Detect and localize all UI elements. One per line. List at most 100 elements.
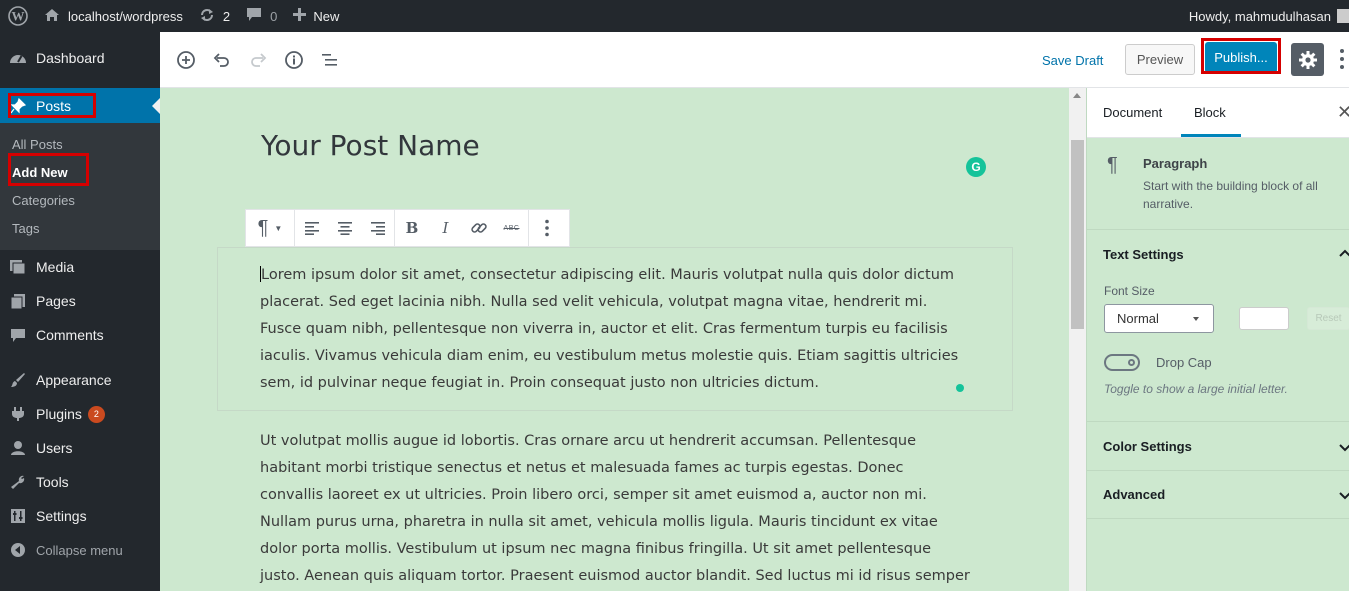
link-button[interactable] [462,210,495,246]
menu-item-pages[interactable]: Pages [0,292,160,310]
submenu-all-posts[interactable]: All Posts [12,137,63,152]
publish-highlight-box [1201,38,1281,74]
menu-item-tools[interactable]: Tools [0,473,160,491]
grammarly-icon[interactable]: G [966,157,986,177]
comments-icon [0,328,36,343]
menu-label-appearance: Appearance [36,372,112,388]
italic-button[interactable]: I [429,210,462,246]
advanced-toggle[interactable]: Advanced [1103,487,1165,502]
toggle-off-indicator-icon [1128,359,1135,366]
paragraph-block[interactable]: Lorem ipsum dolor sit amet, consectetur … [260,262,970,397]
site-name-link[interactable]: localhost/wordpress [36,0,191,32]
pages-icon [0,293,36,310]
menu-item-settings[interactable]: Settings [0,507,160,525]
tab-block[interactable]: Block [1194,105,1226,120]
admin-bar: W localhost/wordpress 2 0 New Howdy, mah… [0,0,1349,32]
tab-document[interactable]: Document [1103,105,1162,120]
comments-link[interactable]: 0 [238,0,285,32]
block-type-switcher[interactable]: ¶ ▼ [246,210,294,246]
vertical-ellipsis-icon [545,219,549,237]
settings-sliders-icon [0,508,36,524]
menu-item-dashboard[interactable]: Dashboard [0,50,160,66]
admin-sidebar: Dashboard Posts All Posts Add New Catego… [0,32,160,591]
paragraph-icon: ¶ [257,216,269,239]
align-right-icon [370,222,385,235]
align-left-button[interactable] [295,210,328,246]
submenu-categories[interactable]: Categories [12,193,75,208]
drop-cap-help-text: Toggle to show a large initial letter. [1104,382,1288,396]
content-info-button[interactable] [284,50,304,70]
menu-item-plugins[interactable]: Plugins 2 [0,405,160,423]
updates-icon [199,7,215,26]
more-tools-button[interactable] [1338,48,1346,70]
active-tab-indicator [1181,134,1241,137]
menu-item-comments[interactable]: Comments [0,326,160,344]
svg-text:W: W [12,9,25,24]
collapse-menu-button[interactable]: Collapse menu [0,541,160,559]
current-menu-arrow [152,98,160,114]
paintbrush-icon [0,372,36,388]
submenu-tags[interactable]: Tags [12,221,39,236]
panel-divider [1087,518,1349,519]
chevron-down-icon[interactable] [1339,489,1349,501]
undo-button[interactable] [212,50,232,70]
chevron-down-icon[interactable] [1339,441,1349,453]
wrench-icon [0,474,36,490]
color-settings-toggle[interactable]: Color Settings [1103,439,1192,454]
menu-item-users[interactable]: Users [0,439,160,457]
plugin-icon [0,406,36,422]
block-more-options-button[interactable] [529,210,565,246]
select-caret-icon [1193,317,1199,321]
menu-item-media[interactable]: Media [0,258,160,276]
plus-icon [293,8,307,24]
block-toolbar: ¶ ▼ B I ABC [245,209,570,247]
menu-label-settings: Settings [36,508,87,524]
menu-item-appearance[interactable]: Appearance [0,371,160,389]
panel-divider [1087,470,1349,471]
wordpress-logo-icon[interactable]: W [0,0,36,32]
updates-count: 2 [222,8,231,24]
link-icon [470,223,487,233]
post-title-input[interactable]: Your Post Name [261,129,480,162]
plugins-update-badge: 2 [87,405,105,423]
editor-scrollbar[interactable] [1069,88,1086,591]
media-icon [0,259,36,275]
block-navigation-button[interactable] [320,50,340,70]
updates-link[interactable]: 2 [191,0,238,32]
close-sidebar-icon[interactable]: ✕ [1337,102,1349,123]
drop-cap-toggle[interactable] [1104,354,1140,371]
menu-label-pages: Pages [36,293,76,309]
add-new-highlight-box [8,153,89,186]
font-size-label: Font Size [1104,284,1155,298]
settings-tabs: Document Block ✕ [1087,88,1349,138]
posts-highlight-box [8,93,96,118]
paragraph-icon: ¶ [1107,154,1118,176]
save-draft-button[interactable]: Save Draft [1042,53,1103,68]
font-size-reset-button[interactable]: Reset [1307,307,1349,330]
settings-toggle-button[interactable] [1291,43,1324,76]
avatar [1337,9,1349,23]
redo-button[interactable] [248,50,268,70]
align-right-button[interactable] [361,210,394,246]
bold-button[interactable]: B [395,210,429,246]
paragraph-text: Ut volutpat mollis augue id lobortis. Cr… [260,433,970,584]
my-account-link[interactable]: Howdy, mahmudulhasan [1181,0,1349,32]
add-block-button[interactable] [176,50,196,70]
font-size-select[interactable]: Normal [1104,304,1214,333]
scrollbar-thumb[interactable] [1071,140,1084,329]
new-content-link[interactable]: New [285,0,347,32]
block-card-description: Start with the building block of all nar… [1143,179,1318,211]
collapse-menu-label: Collapse menu [36,542,123,558]
settings-sidebar: Document Block ✕ ¶ Paragraph Start with … [1086,88,1349,591]
text-settings-toggle[interactable]: Text Settings [1103,247,1184,262]
list-outline-icon [322,54,337,66]
paragraph-block[interactable]: Ut volutpat mollis augue id lobortis. Cr… [260,428,970,591]
preview-button[interactable]: Preview [1125,44,1195,75]
collapse-arrow-icon [0,542,36,558]
chevron-up-icon[interactable] [1339,248,1349,260]
strikethrough-button[interactable]: ABC [495,210,528,246]
align-center-button[interactable] [328,210,361,246]
scroll-up-arrow-icon[interactable] [1073,93,1081,98]
menu-label-plugins: Plugins [36,406,82,422]
custom-font-size-input[interactable] [1239,307,1289,330]
